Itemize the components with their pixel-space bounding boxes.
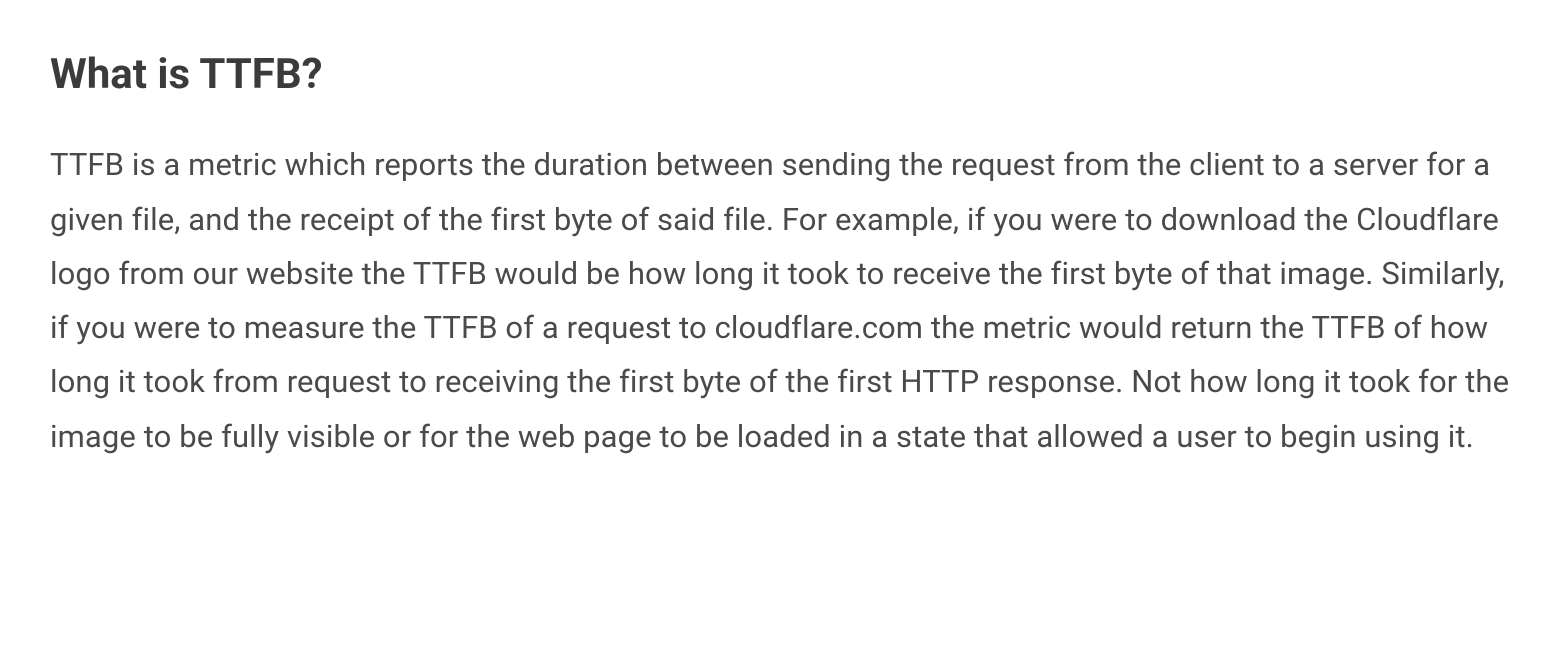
section-paragraph: TTFB is a metric which reports the durat… [50, 138, 1512, 464]
article-section: What is TTFB? TTFB is a metric which rep… [50, 50, 1512, 464]
section-heading: What is TTFB? [50, 50, 1512, 100]
